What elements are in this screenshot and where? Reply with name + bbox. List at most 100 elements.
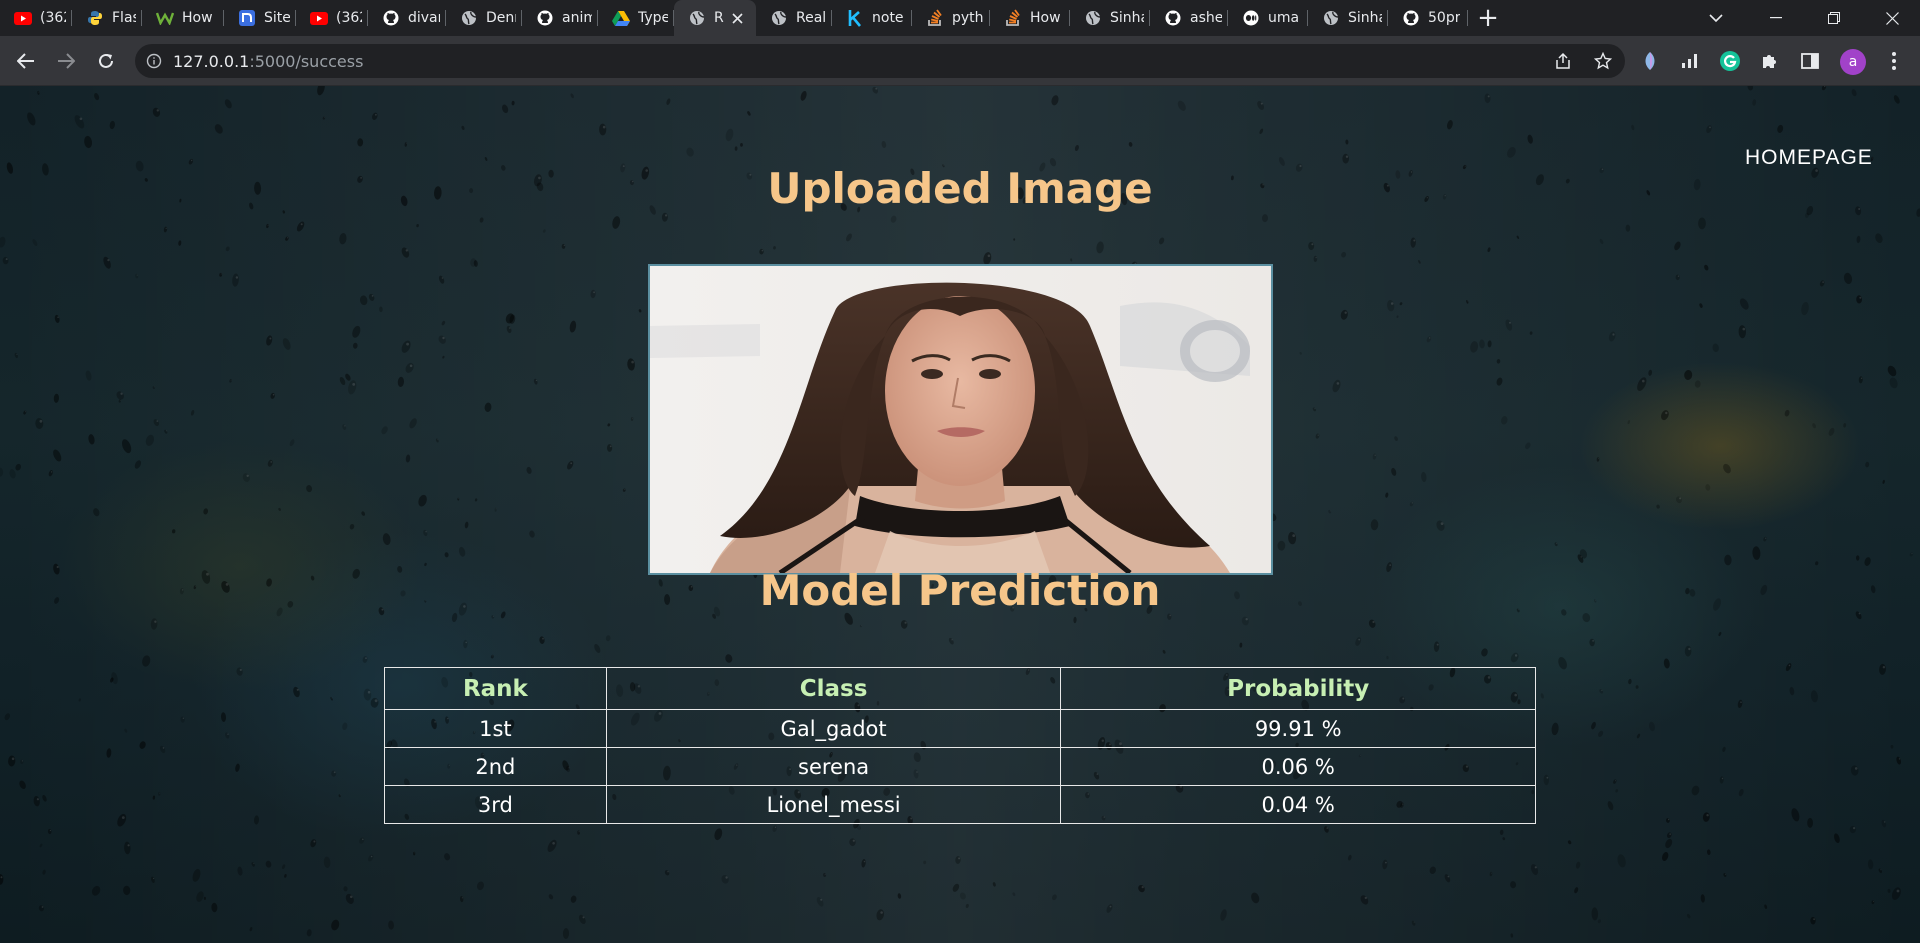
tab-title: ashe [1190, 10, 1222, 26]
globe-icon [1322, 9, 1340, 27]
browser-tab[interactable]: Denn [446, 0, 522, 36]
tab-title: How [182, 10, 213, 26]
site-info-icon[interactable] [135, 53, 173, 69]
tab-title: Real [796, 10, 826, 26]
kaggle-k-icon [846, 9, 864, 27]
browser-tab[interactable]: (362) [0, 0, 72, 36]
address-bar[interactable]: 127.0.0.1:5000/success [135, 44, 1625, 78]
browser-tab[interactable]: Flask [72, 0, 142, 36]
browser-tab[interactable]: Type [598, 0, 674, 36]
class-cell: Gal_gadot [605, 709, 1062, 748]
minimize-icon[interactable] [1748, 0, 1804, 36]
portrait-image [650, 266, 1271, 573]
tab-separator [1467, 10, 1468, 26]
restore-icon[interactable] [1806, 0, 1862, 36]
medium-icon [1242, 9, 1260, 27]
model-prediction-heading: Model Prediction [759, 566, 1161, 615]
tab-title: R [714, 10, 724, 26]
column-header-probability: Probability [1060, 667, 1536, 710]
tab-title: divar [408, 10, 440, 26]
browser-tab[interactable]: 50pr [1388, 0, 1468, 36]
uploaded-photo [648, 264, 1273, 575]
new-tab-button[interactable]: + [1468, 0, 1508, 36]
tab-title: pyth [952, 10, 984, 26]
browser-tab[interactable]: R [674, 0, 756, 36]
url-text[interactable]: 127.0.0.1:5000/success [173, 52, 363, 71]
tab-title: Sinha [1110, 10, 1144, 26]
browser-tab[interactable]: Siteb [224, 0, 296, 36]
globe-icon [770, 9, 788, 27]
table-header-row: Rank Class Probability [384, 667, 1536, 710]
browser-tab[interactable]: divar [368, 0, 446, 36]
browser-tab[interactable]: uma [1228, 0, 1308, 36]
tab-title: Type [638, 10, 668, 26]
notion-n-icon [238, 9, 256, 27]
url-path: :5000/success [249, 51, 364, 71]
browser-tab[interactable]: Sinha [1070, 0, 1150, 36]
share-icon[interactable] [1552, 50, 1574, 72]
wikihow-icon [156, 9, 174, 27]
tab-title: Sinha [1348, 10, 1382, 26]
google-drive-icon [612, 9, 630, 27]
tab-title: (362) [40, 10, 66, 26]
extensions-puzzle-icon[interactable] [1758, 49, 1782, 73]
table-row: 2nd serena 0.06 % [384, 747, 1536, 786]
github-icon [382, 9, 400, 27]
tab-title: Flask [112, 10, 136, 26]
column-header-rank: Rank [384, 667, 607, 710]
github-icon [1402, 9, 1420, 27]
close-tab-icon[interactable] [732, 9, 743, 28]
column-header-class: Class [605, 667, 1062, 710]
tab-title: (362) [336, 10, 362, 26]
class-cell: Lionel_messi [605, 785, 1062, 824]
probability-cell: 99.91 % [1060, 709, 1536, 748]
table-row: 1st Gal_gadot 99.91 % [384, 709, 1536, 748]
probability-cell: 0.04 % [1060, 785, 1536, 824]
tab-title: 50pr [1428, 10, 1461, 26]
github-icon [1164, 9, 1182, 27]
tab-title: Siteb [264, 10, 290, 26]
bookmark-star-icon[interactable] [1592, 50, 1614, 72]
back-arrow-icon[interactable] [6, 41, 46, 81]
tab-title: anim [562, 10, 592, 26]
tab-search-chevron-icon[interactable] [1688, 0, 1744, 36]
tab-title: note [872, 10, 904, 26]
browser-tab[interactable]: Real [756, 0, 832, 36]
stackoverflow-icon [926, 9, 944, 27]
tab-title: Denn [486, 10, 516, 26]
signal-bars-icon[interactable] [1678, 49, 1702, 73]
grammarly-icon[interactable] [1718, 49, 1742, 73]
tab-list: (362) Flask How Siteb (362) divar Denn anim Type… [0, 0, 1468, 36]
tab-title: uma [1268, 10, 1300, 26]
page-content: HOMEPAGE Uploaded Image Model Prediction… [0, 86, 1920, 943]
url-host: 127.0.0.1 [173, 51, 250, 71]
table-row: 3rd Lionel_messi 0.04 % [384, 785, 1536, 824]
browser-tab[interactable]: (362) [296, 0, 368, 36]
browser-tab[interactable]: pyth [912, 0, 990, 36]
browser-tab[interactable]: anim [522, 0, 598, 36]
python-icon [86, 9, 104, 27]
uploaded-image-heading: Uploaded Image [767, 164, 1153, 213]
close-window-icon[interactable] [1864, 0, 1920, 36]
globe-icon [460, 9, 478, 27]
browser-tab[interactable]: How [990, 0, 1070, 36]
github-icon [536, 9, 554, 27]
class-cell: serena [605, 747, 1062, 786]
prediction-table: Rank Class Probability 1st Gal_gadot 99.… [384, 667, 1536, 824]
extension-gem-icon[interactable] [1638, 49, 1662, 73]
side-panel-icon[interactable] [1798, 49, 1822, 73]
browser-tab[interactable]: How [142, 0, 224, 36]
browser-tab[interactable]: Sinha [1308, 0, 1388, 36]
profile-avatar[interactable]: a [1840, 49, 1866, 75]
rank-cell: 2nd [384, 747, 607, 786]
browser-tab[interactable]: ashe [1150, 0, 1228, 36]
globe-icon [688, 9, 706, 27]
browser-tab[interactable]: note [832, 0, 912, 36]
youtube-icon [14, 9, 32, 27]
browser-toolbar: 127.0.0.1:5000/success a [0, 36, 1920, 86]
browser-menu-icon[interactable] [1882, 49, 1906, 73]
reload-icon[interactable] [86, 41, 126, 81]
tab-strip: (362) Flask How Siteb (362) divar Denn anim Type… [0, 0, 1920, 36]
probability-cell: 0.06 % [1060, 747, 1536, 786]
forward-arrow-icon[interactable] [46, 41, 86, 81]
